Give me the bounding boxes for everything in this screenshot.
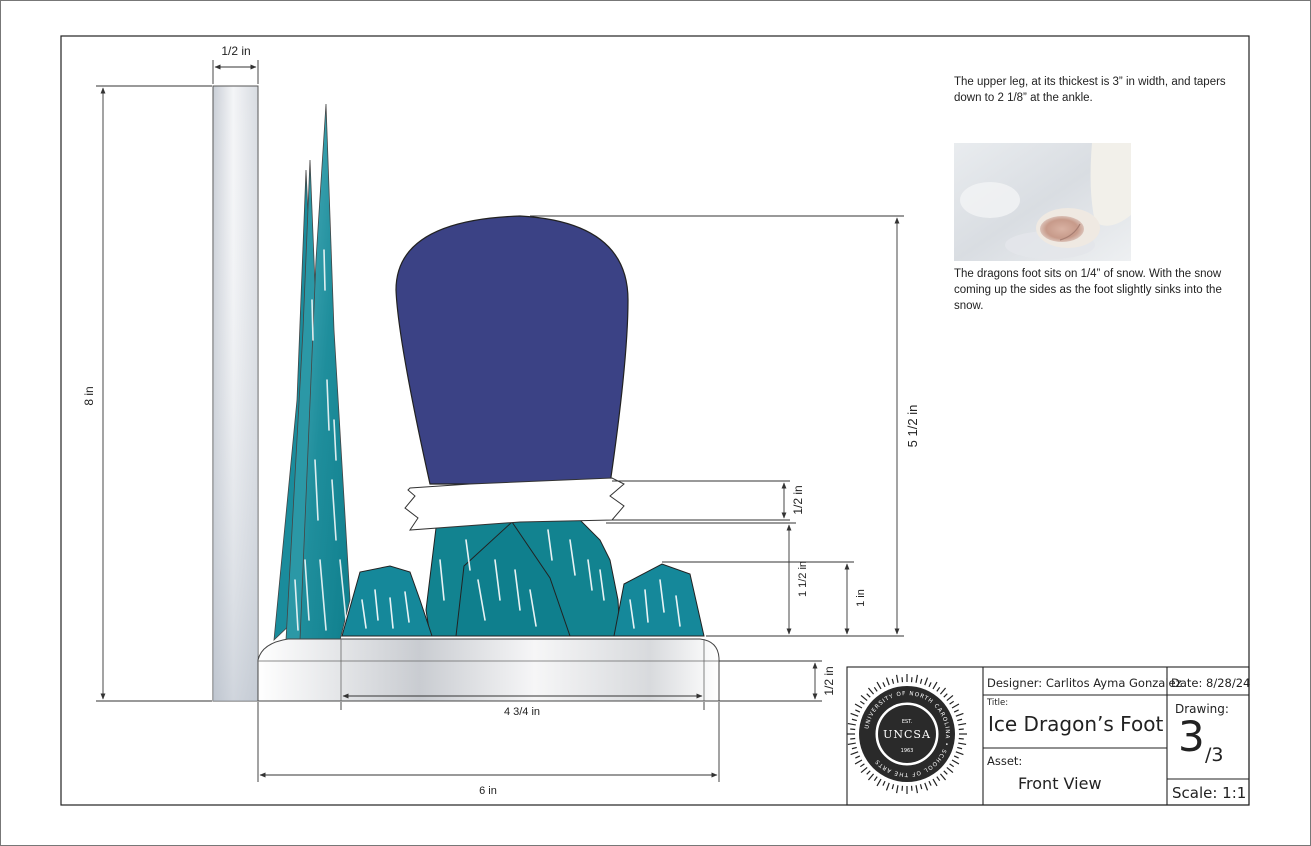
note-upper-leg: The upper leg, at its thickest is 3” in … [954,76,1226,104]
seal-ray [885,782,890,791]
seal-ray [876,778,882,787]
seal-ray [943,770,948,775]
seal-ray [859,763,865,768]
seal-ray [876,681,882,690]
svg-text:UNCSA: UNCSA [883,728,931,741]
seal-ray [891,678,895,684]
dim-base-width: 6 in [479,785,497,797]
seal-ray [957,746,963,750]
seal-ray [851,718,857,722]
seal-ray [850,751,859,756]
seal-ray [860,694,868,702]
seal-ray [955,712,964,717]
seal-ray [958,722,967,726]
seal-ray [882,780,886,786]
svg-text:1963: 1963 [901,748,914,754]
seal-ray [895,785,899,794]
seal-ray [915,785,919,794]
seal-ray [854,759,863,765]
seal-ray [939,773,947,781]
wall-panel [212,85,259,702]
seal-ray [866,693,871,698]
seal-ray [919,784,923,790]
seal-ray [850,712,859,717]
svg-text:EST.: EST. [902,719,913,725]
seal-ray [873,776,878,782]
date-label: Date: 8/28/24 [1171,676,1251,690]
title-label: Title: [987,698,1009,708]
seal-ray [936,776,941,782]
seal-ray [936,686,941,692]
asset-label: Asset: [987,754,1023,768]
seal-ray [915,674,919,683]
uncsa-seal-logo: UNIVERSITY OF NORTH CAROLINA • SCHOOL OF… [847,674,967,794]
seal-ray [867,687,875,695]
snow-base [257,638,720,702]
seal-ray [957,718,963,722]
seal-ray [924,782,929,791]
designer-label: Designer: Carlitos Ayma Gonzalez [987,676,1182,690]
seal-ray [873,686,878,692]
note-snow: The dragons foot sits on 1/4” of snow. W… [954,268,1222,312]
seal-ray [953,755,959,759]
seal-ray [949,700,955,705]
seal-ray [847,722,856,726]
seal-ray [859,700,865,705]
seal-ray [928,780,932,786]
seal-ray [895,674,899,683]
seal-ray [866,770,871,775]
dragon-leg [395,215,629,485]
seal-ray [955,751,964,756]
seal-ray [939,687,947,695]
seal-ray [924,677,929,686]
scale-label: Scale: 1:1 [1172,784,1247,802]
dim-wall-width: 1/2 in [221,44,250,58]
foot-rocks [341,519,705,637]
dim-wall-height: 8 in [82,386,96,405]
seal-ray [946,694,954,702]
seal-ray [847,742,856,746]
seal-ray [882,682,886,688]
drawing-title: Ice Dragon’s Foot [988,712,1164,736]
drawing-total: /3 [1205,744,1224,766]
dim-band-height: 1/2 in [791,485,805,514]
seal-ray [951,759,960,765]
seal-ray [919,678,923,684]
seal-ray [851,746,857,750]
seal-ray [855,755,861,759]
seal-ray [928,682,932,688]
seal-ray [932,778,938,787]
seal-ray [885,677,890,686]
seal-ray [949,763,955,768]
dim-rock-height: 1 in [855,589,867,607]
dim-ankle-height: 1 1/2 in [797,561,809,597]
seal-ray [867,773,875,781]
asset-value: Front View [1018,774,1102,793]
seal-ray [953,709,959,713]
reference-photo [954,143,1131,261]
seal-ray [958,742,967,746]
seal-ray [946,766,954,774]
seal-ray [932,681,938,690]
seal-ray [860,766,868,774]
seal-ray [951,703,960,709]
seal-ray [855,709,861,713]
seal-ray [854,703,863,709]
seal-ray [943,693,948,698]
drawing-number: 3 [1178,712,1205,761]
ice-spikes [273,103,351,642]
ankle-band [404,477,625,531]
dim-leg-height: 5 1/2 in [905,405,920,448]
seal-ray [891,784,895,790]
dim-base-inner-width: 4 3/4 in [504,706,540,718]
dim-base-height: 1/2 in [822,666,836,695]
